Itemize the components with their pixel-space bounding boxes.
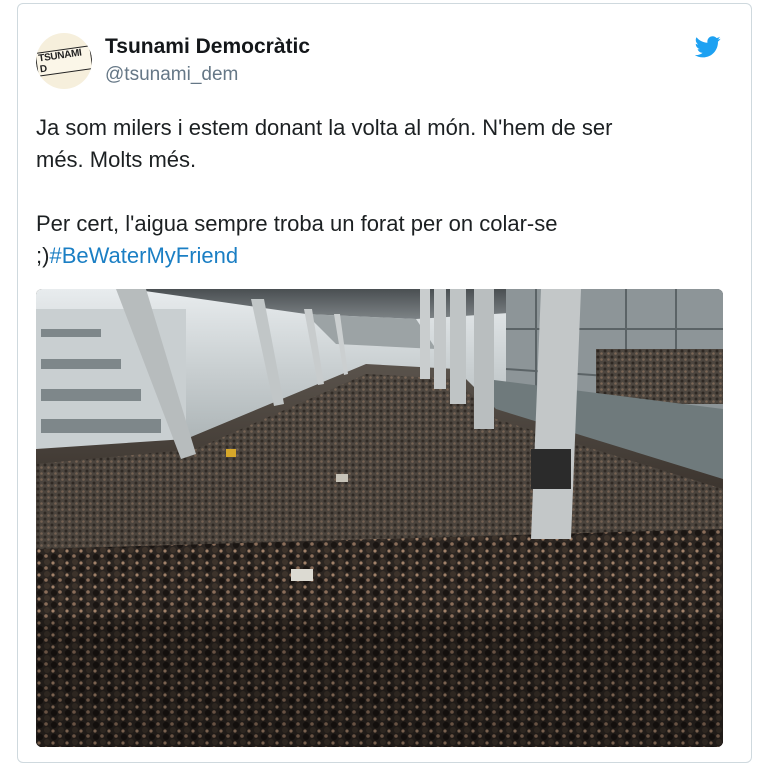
author-name[interactable]: Tsunami Democràtic <box>105 35 310 59</box>
tweet-text-line: Ja som milers i estem donant la volta al… <box>36 115 613 140</box>
tweet-text: Ja som milers i estem donant la volta al… <box>36 112 716 272</box>
hashtag-link[interactable]: #BeWaterMyFriend <box>49 243 238 268</box>
twitter-bird-icon[interactable] <box>695 36 721 58</box>
tweet-text-line: més. Molts més. <box>36 147 197 172</box>
author-handle[interactable]: @tsunami_dem <box>105 64 238 86</box>
tweet-photo[interactable] <box>36 289 723 747</box>
crowd-photo-illustration <box>36 289 723 747</box>
avatar[interactable]: TSUNAMI D <box>36 33 92 89</box>
avatar-logo-text: TSUNAMI D <box>36 45 92 77</box>
tweet-text-line: Per cert, l'aigua sempre troba un forat … <box>36 211 558 236</box>
emoticon-text: ;) <box>36 243 50 268</box>
tweet-text-line: ;)#BeWaterMyFriend <box>36 240 716 272</box>
